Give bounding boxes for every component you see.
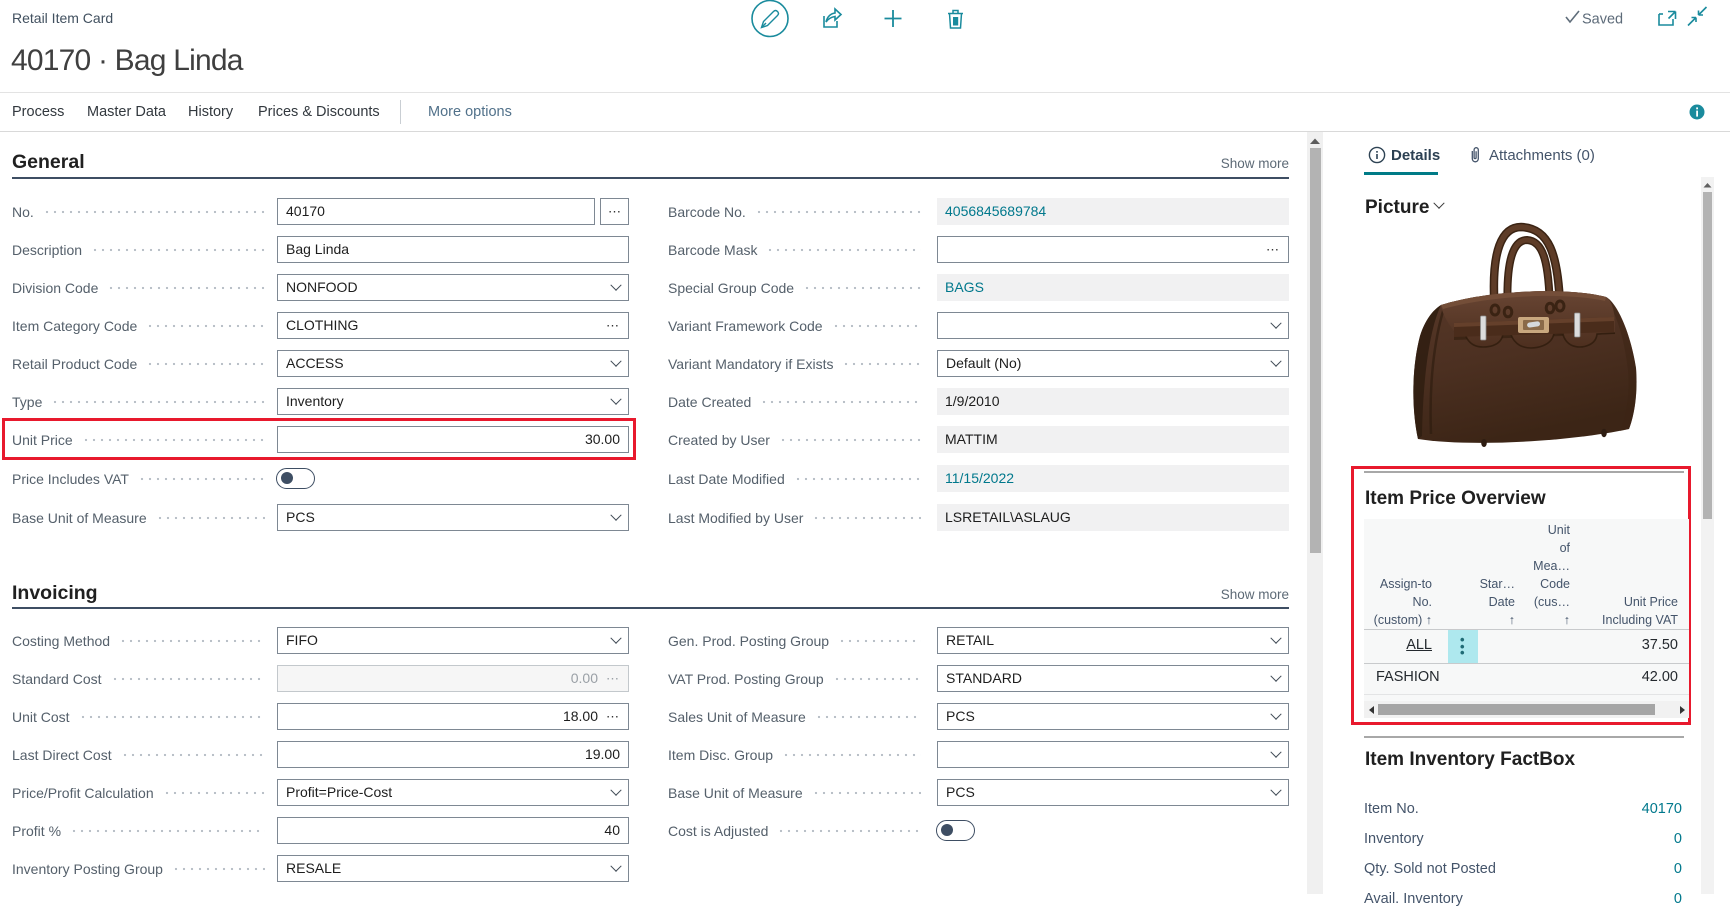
svg-text:Saved: Saved [1582,12,1623,28]
